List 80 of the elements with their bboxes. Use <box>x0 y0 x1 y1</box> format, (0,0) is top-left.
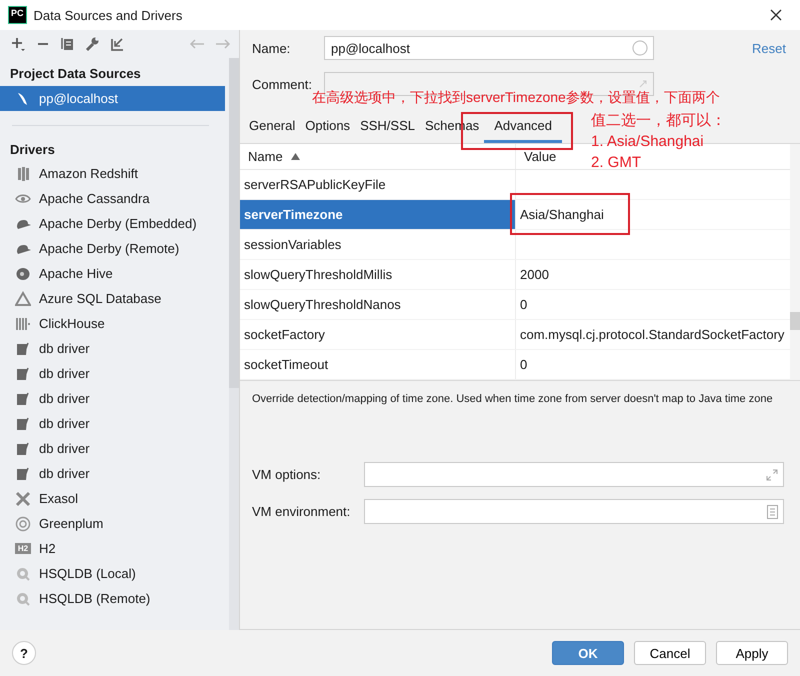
driver-item[interactable]: HSQLDB (Local) <box>0 561 229 586</box>
sheet-icon <box>15 390 31 406</box>
driver-item[interactable]: H2 H2 <box>0 536 229 561</box>
driver-item[interactable]: db driver <box>0 411 229 436</box>
scrollbar-thumb[interactable] <box>229 58 239 388</box>
vm-environment-field[interactable] <box>364 499 784 524</box>
section-heading: Drivers <box>9 141 56 159</box>
sheet-icon <box>15 366 31 382</box>
circle-icon <box>15 516 31 532</box>
annotation-text: 1. Asia/Shanghai <box>591 132 705 152</box>
tab[interactable]: SSH/SSL <box>355 112 420 143</box>
data-source-item[interactable]: pp@localhost <box>0 86 225 111</box>
annotation-text: 2. GMT <box>591 153 642 173</box>
tab[interactable]: General <box>244 112 300 143</box>
table-cell-text: slowQueryThresholdNanos <box>243 296 402 314</box>
dialog-button[interactable]: Cancel <box>634 641 706 665</box>
database-icon <box>15 166 31 182</box>
driver-item[interactable]: ClickHouse <box>0 311 229 336</box>
vm-options-field[interactable] <box>364 462 784 487</box>
x-letter-icon <box>15 490 31 506</box>
window-title: Data Sources and Drivers <box>34 8 182 22</box>
table-cell-text: socketFactory <box>243 326 326 344</box>
tab[interactable]: Options <box>300 112 356 143</box>
table-cell-text: sessionVariables <box>243 236 342 254</box>
app-logo: PC <box>8 6 27 24</box>
field-label: VM options: <box>252 467 322 482</box>
scrollbar-thumb[interactable] <box>790 312 800 330</box>
name-field[interactable]: pp@localhost <box>324 36 654 60</box>
h2-badge: H2 <box>15 543 31 554</box>
driver-item[interactable]: db driver <box>0 336 229 361</box>
magnifier-icon <box>15 566 31 582</box>
sheet-icon <box>15 340 31 356</box>
sheet-icon <box>15 466 31 482</box>
expand-icon[interactable] <box>766 468 778 480</box>
field-label: Comment: <box>252 76 312 92</box>
columns-icon <box>15 316 31 332</box>
section-heading: Project Data Sources <box>9 65 142 83</box>
table-cell-text: slowQueryThresholdMillis <box>243 266 394 284</box>
table-cell-text: serverRSAPublicKeyFile <box>243 176 387 194</box>
wrench-icon[interactable] <box>84 36 100 52</box>
driver-item[interactable]: db driver <box>0 386 229 411</box>
driver-item[interactable]: db driver <box>0 436 229 461</box>
driver-item[interactable]: Apache Derby (Embedded) <box>0 211 229 236</box>
description-text: Override detection/mapping of time zone. Used when time zone from server doesn't map to Java time zone <box>251 392 774 407</box>
sheet-icon <box>15 440 31 456</box>
driver-item[interactable]: Greenplum <box>0 511 229 536</box>
add-icon[interactable] <box>10 36 26 52</box>
reset-link[interactable]: Reset <box>752 40 786 56</box>
driver-item[interactable]: Apache Hive <box>0 261 229 286</box>
triangle-icon <box>15 290 31 306</box>
copy-icon[interactable] <box>60 36 74 52</box>
driver-item[interactable]: Apache Derby (Remote) <box>0 236 229 261</box>
document-icon[interactable] <box>767 504 778 518</box>
close-icon[interactable] <box>770 9 782 21</box>
circle-icon <box>632 40 648 56</box>
driver-item[interactable]: Azure SQL Database <box>0 286 229 311</box>
dialog-button[interactable]: Apply <box>716 641 788 665</box>
field-label: VM environment: <box>252 504 352 519</box>
magnifier-icon <box>15 590 31 606</box>
import-icon[interactable] <box>110 36 124 52</box>
driver-item[interactable]: Apache Cassandra <box>0 186 229 211</box>
driver-item[interactable]: Amazon Redshift <box>0 161 229 186</box>
driver-item[interactable]: Exasol <box>0 486 229 511</box>
column-header[interactable]: Value <box>524 149 556 164</box>
annotation-text: 在高级选项中，下拉找到serverTimezone参数，设置值，下面两个 <box>312 89 720 107</box>
help-button[interactable]: ? <box>12 641 36 665</box>
driver-item[interactable]: db driver <box>0 361 229 386</box>
table-cell: serverTimezone <box>240 200 515 229</box>
sheet-icon <box>15 416 31 432</box>
driver-item[interactable]: db driver <box>0 461 229 486</box>
sort-ascending-icon[interactable] <box>290 153 300 160</box>
annotation-text: 值二选一，都可以： <box>591 111 726 131</box>
expand-icon[interactable] <box>638 79 648 89</box>
driver-item[interactable]: HSQLDB (Remote) <box>0 586 229 611</box>
field-label: Name: <box>252 40 292 56</box>
column-header[interactable]: Name <box>248 149 283 164</box>
back-arrow-icon[interactable] <box>189 38 205 50</box>
forward-arrow-icon[interactable] <box>215 38 231 50</box>
ok-button[interactable]: OK <box>552 641 624 665</box>
table-cell-text: socketTimeout <box>243 356 330 374</box>
